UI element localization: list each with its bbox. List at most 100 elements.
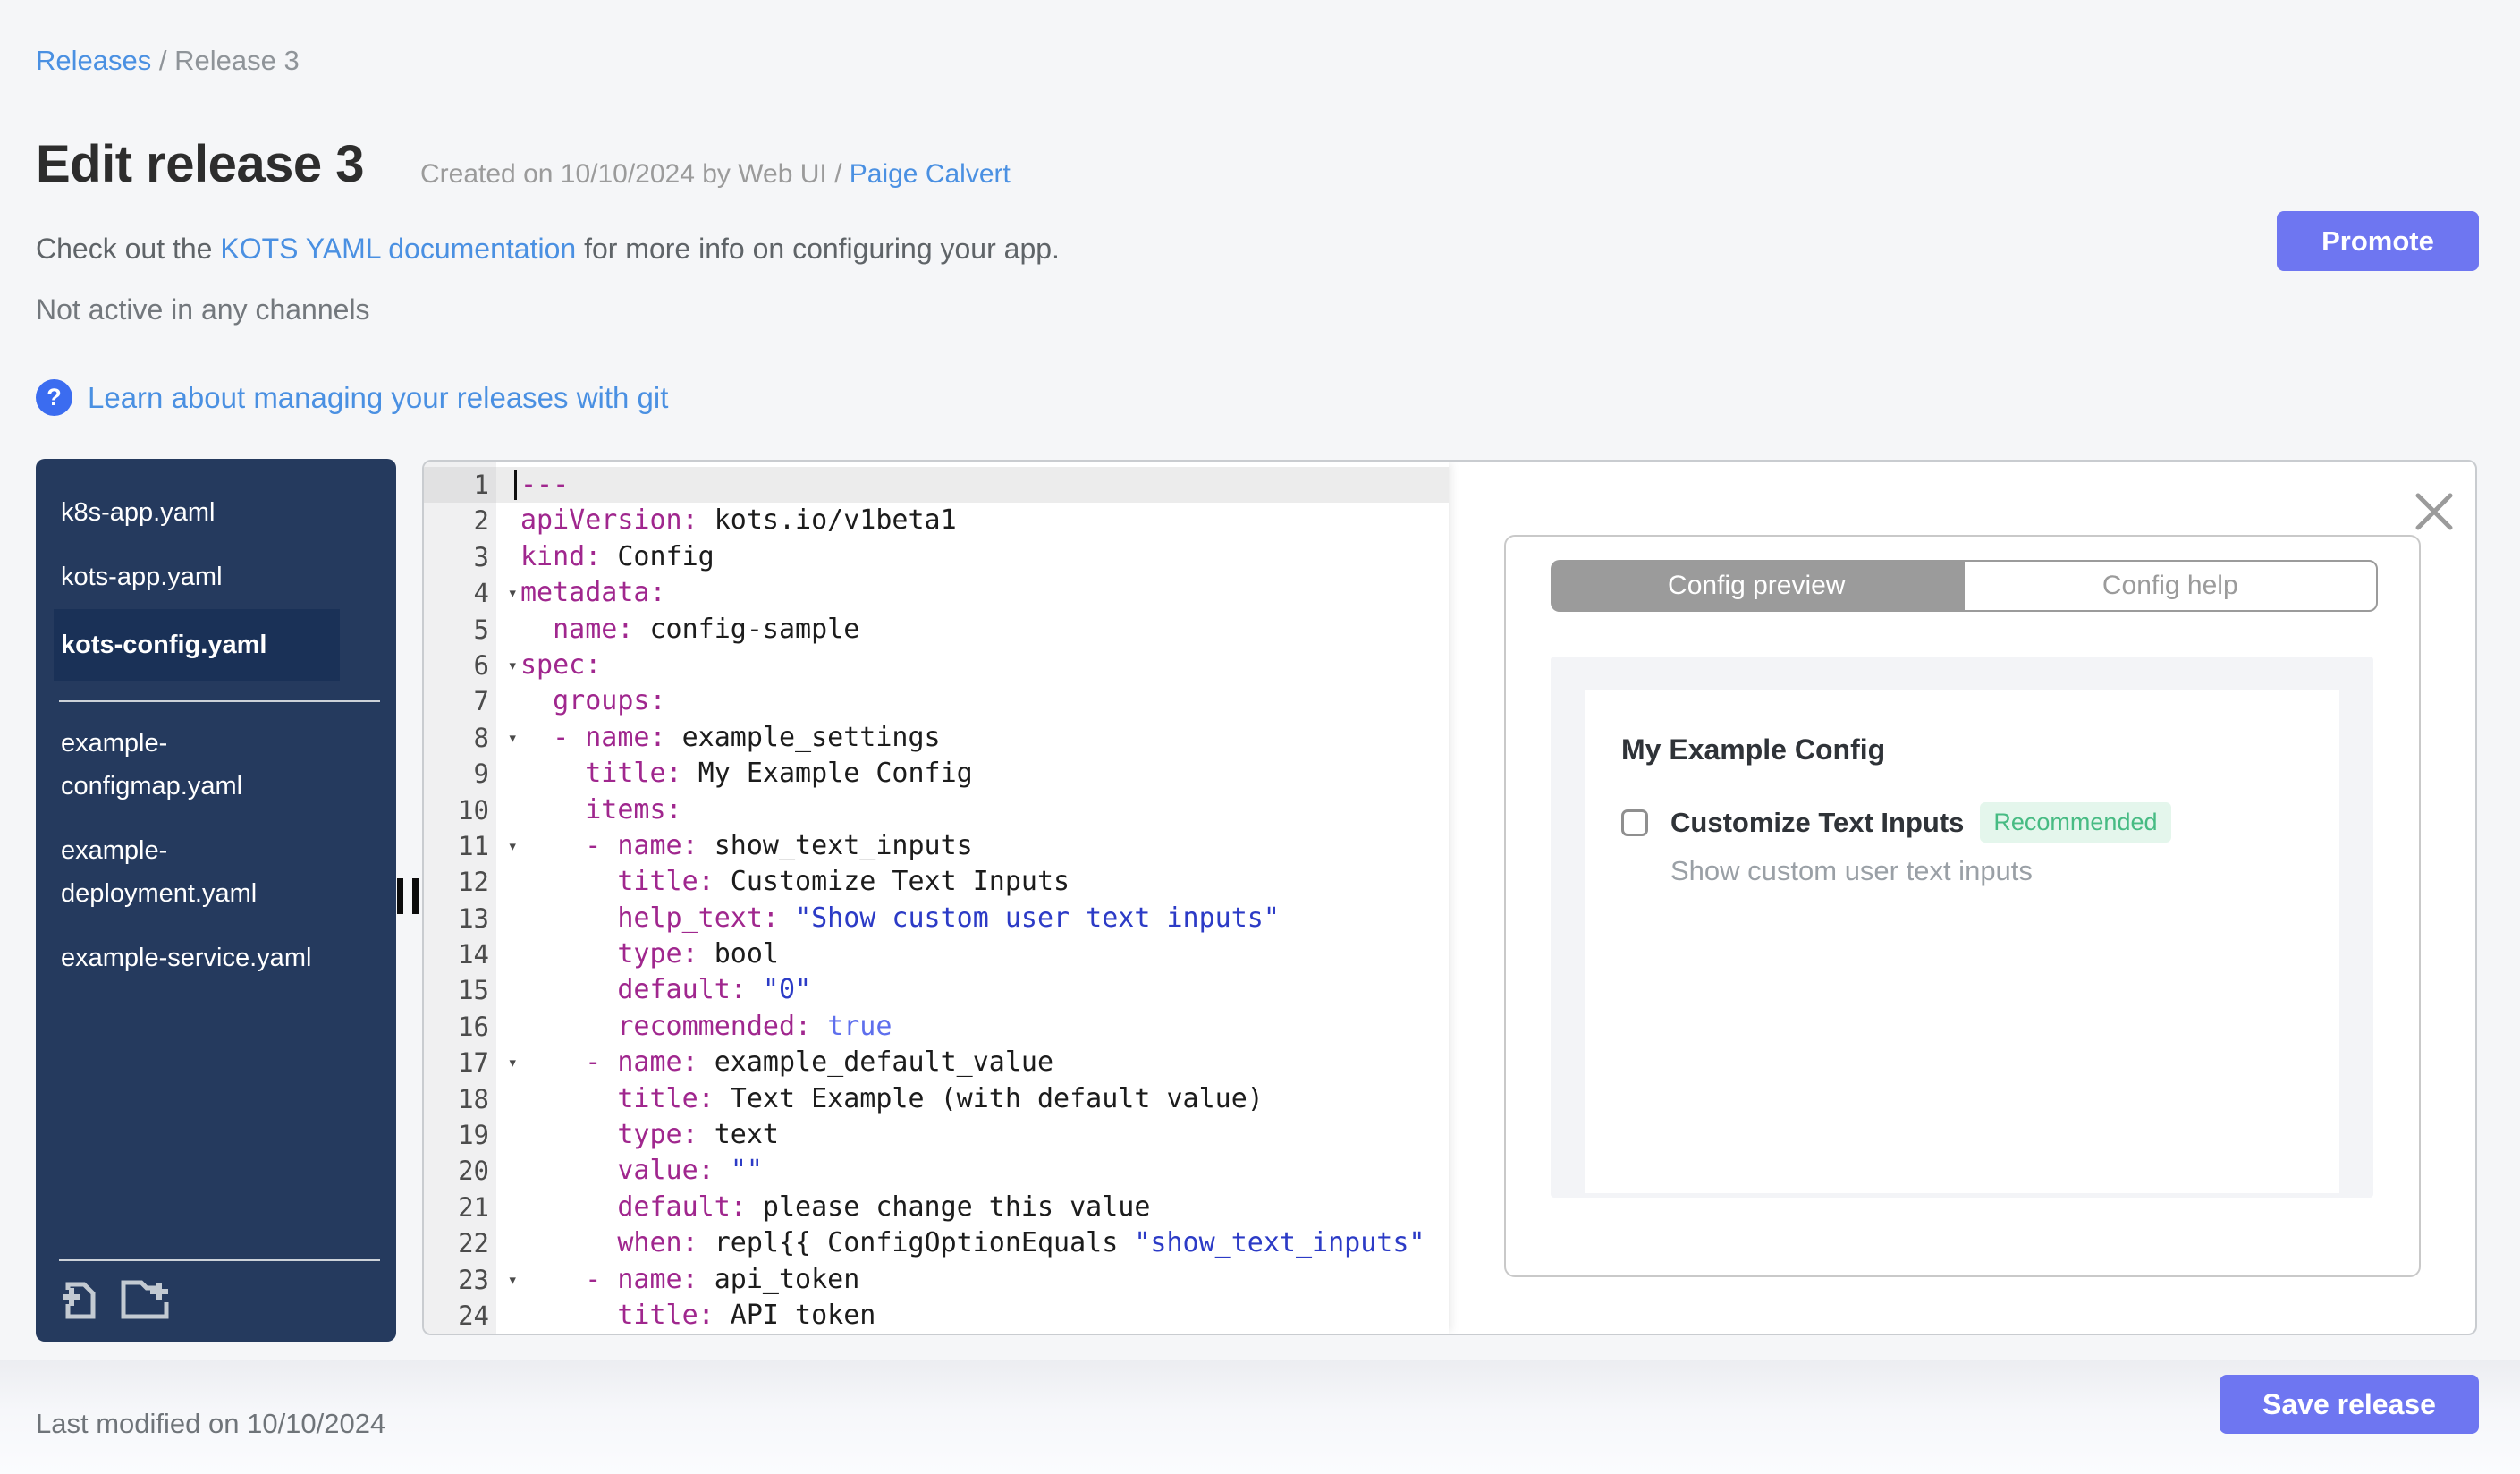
channel-status: Not active in any channels (36, 293, 370, 326)
created-author-link[interactable]: Paige Calvert (850, 159, 1011, 189)
save-release-button[interactable]: Save release (2220, 1375, 2479, 1434)
created-info: Created on 10/10/2024 by Web UI / Paige … (420, 159, 1011, 190)
line-number[interactable]: 15 (424, 972, 496, 1008)
line-number[interactable]: 3 (424, 539, 496, 575)
code-line: 9 title: My Example Config (424, 756, 1449, 792)
code-text[interactable]: default: "0" (496, 972, 1449, 1008)
kots-yaml-doc-link[interactable]: KOTS YAML documentation (220, 233, 576, 265)
line-number[interactable]: 5 (424, 612, 496, 648)
line-number[interactable]: 23 ▾ (424, 1262, 518, 1298)
created-text: Created on 10/10/2024 by Web UI / (420, 159, 850, 189)
new-file-icon[interactable] (59, 1277, 100, 1322)
code-line: 20 value: "" (424, 1153, 1449, 1189)
code-text[interactable]: spec: (496, 648, 1449, 683)
code-text[interactable]: kind: Config (496, 539, 1449, 575)
config-item-label: Customize Text Inputs (1670, 806, 1965, 838)
sidebar-file-item[interactable]: kots-config.yaml (54, 609, 340, 681)
line-number[interactable]: 7 (424, 683, 496, 719)
line-number[interactable]: 14 (424, 936, 496, 972)
code-line: 2 apiVersion: kots.io/v1beta1 (424, 503, 1449, 538)
code-text[interactable]: type: text (496, 1117, 1449, 1153)
line-number[interactable]: 10 (424, 792, 496, 828)
code-text[interactable]: metadata: (496, 575, 1449, 611)
code-text[interactable]: - name: show_text_inputs (496, 828, 1449, 864)
sidebar-file-item[interactable]: kots-app.yaml (36, 545, 329, 609)
code-text[interactable]: title: My Example Config (496, 756, 1449, 792)
line-number[interactable]: 19 (424, 1117, 496, 1153)
sidebar-divider (59, 700, 380, 702)
yaml-editor[interactable]: 1 --- 2 apiVersion: kots.io/v1beta1 3 kind: C… (424, 462, 1449, 1334)
code-text[interactable]: apiVersion: kots.io/v1beta1 (496, 503, 1449, 538)
code-text[interactable]: type: bool (496, 936, 1449, 972)
line-number[interactable]: 6 ▾ (424, 648, 518, 683)
code-line: 24 title: API token (424, 1298, 1449, 1334)
code-line: 22 when: repl{{ ConfigOptionEquals "show… (424, 1225, 1449, 1261)
breadcrumb-current: Release 3 (174, 45, 300, 76)
line-number[interactable]: 20 (424, 1153, 496, 1189)
tab-config-help[interactable]: Config help (1962, 560, 2378, 612)
line-number[interactable]: 25 (424, 1334, 496, 1335)
line-number[interactable]: 11 ▾ (424, 828, 518, 864)
text-cursor (514, 470, 517, 500)
code-text[interactable]: title: Text Example (with default value) (496, 1081, 1449, 1117)
release-editor-page: Releases / Release 3 Edit release 3 Crea… (0, 0, 2520, 1474)
code-text[interactable]: items: (496, 792, 1449, 828)
code-text[interactable]: - name: example_settings (496, 720, 1449, 756)
code-text[interactable]: value: "" (496, 1153, 1449, 1189)
line-number[interactable]: 24 (424, 1298, 496, 1334)
new-folder-icon[interactable] (120, 1277, 172, 1322)
sidebar-file-item[interactable]: example-configmap.yaml (36, 711, 329, 818)
code-text[interactable]: --- (496, 467, 1449, 504)
code-text[interactable]: recommended: true (496, 1009, 1449, 1045)
doc-line: Check out the KOTS YAML documentation fo… (36, 233, 1060, 266)
line-number[interactable]: 17 ▾ (424, 1045, 518, 1080)
code-text[interactable]: title: API token (496, 1298, 1449, 1334)
sidebar-file-item[interactable]: k8s-app.yaml (36, 480, 329, 545)
config-preview-panel: Config preview Config help My Example Con… (1504, 535, 2421, 1277)
breadcrumb: Releases / Release 3 (36, 45, 300, 77)
code-text[interactable]: default: please change this value (496, 1190, 1449, 1225)
code-text[interactable]: - name: example_default_value (496, 1045, 1449, 1080)
code-text[interactable]: title: Customize Text Inputs (496, 864, 1449, 900)
line-number[interactable]: 16 (424, 1009, 496, 1045)
git-releases-link[interactable]: Learn about managing your releases with … (88, 381, 668, 415)
doc-prefix: Check out the (36, 233, 221, 265)
sidebar-resize-handle[interactable] (397, 878, 419, 914)
line-number[interactable]: 21 (424, 1190, 496, 1225)
code-text[interactable]: when: repl{{ ConfigOptionEquals "show_te… (496, 1225, 1449, 1261)
breadcrumb-separator: / (151, 45, 175, 76)
promote-button[interactable]: Promote (2277, 211, 2479, 271)
sidebar-file-item[interactable]: example-service.yaml (36, 926, 329, 990)
code-text[interactable]: type: password (496, 1334, 1449, 1335)
code-rows: 1 --- 2 apiVersion: kots.io/v1beta1 3 kind: C… (424, 467, 1449, 1335)
code-line: 21 default: please change this value (424, 1190, 1449, 1225)
line-number[interactable]: 22 (424, 1225, 496, 1261)
code-line: 6 ▾ spec: (424, 648, 1449, 683)
breadcrumb-releases-link[interactable]: Releases (36, 45, 151, 76)
code-line: 23 ▾ - name: api_token (424, 1262, 1449, 1298)
line-number[interactable]: 2 (424, 503, 496, 538)
customize-text-inputs-checkbox[interactable] (1621, 809, 1648, 836)
code-text[interactable]: help_text: "Show custom user text inputs… (496, 901, 1449, 936)
sidebar-file-item[interactable]: example-deployment.yaml (36, 818, 329, 926)
line-number[interactable]: 18 (424, 1081, 496, 1117)
line-number[interactable]: 13 (424, 901, 496, 936)
line-number[interactable]: 9 (424, 756, 496, 792)
line-number[interactable]: 4 ▾ (424, 575, 518, 611)
config-item-row: Customize Text Inputs Recommended (1621, 802, 2339, 843)
code-line: 13 help_text: "Show custom user text inp… (424, 901, 1449, 936)
tab-config-preview[interactable]: Config preview (1551, 560, 1963, 612)
line-number[interactable]: 8 ▾ (424, 720, 518, 756)
sidebar-footer (59, 1259, 380, 1322)
close-icon[interactable] (2411, 488, 2457, 535)
line-number[interactable]: 12 (424, 864, 496, 900)
code-line: 19 type: text (424, 1117, 1449, 1153)
code-text[interactable]: name: config-sample (496, 612, 1449, 648)
preview-card: My Example Config Customize Text Inputs … (1585, 690, 2339, 1193)
line-number[interactable]: 1 (424, 467, 496, 504)
code-line: 18 title: Text Example (with default val… (424, 1081, 1449, 1117)
code-line: 4 ▾ metadata: (424, 575, 1449, 611)
code-text[interactable]: groups: (496, 683, 1449, 719)
code-line: 1 --- (424, 467, 1449, 504)
code-text[interactable]: - name: api_token (496, 1262, 1449, 1298)
